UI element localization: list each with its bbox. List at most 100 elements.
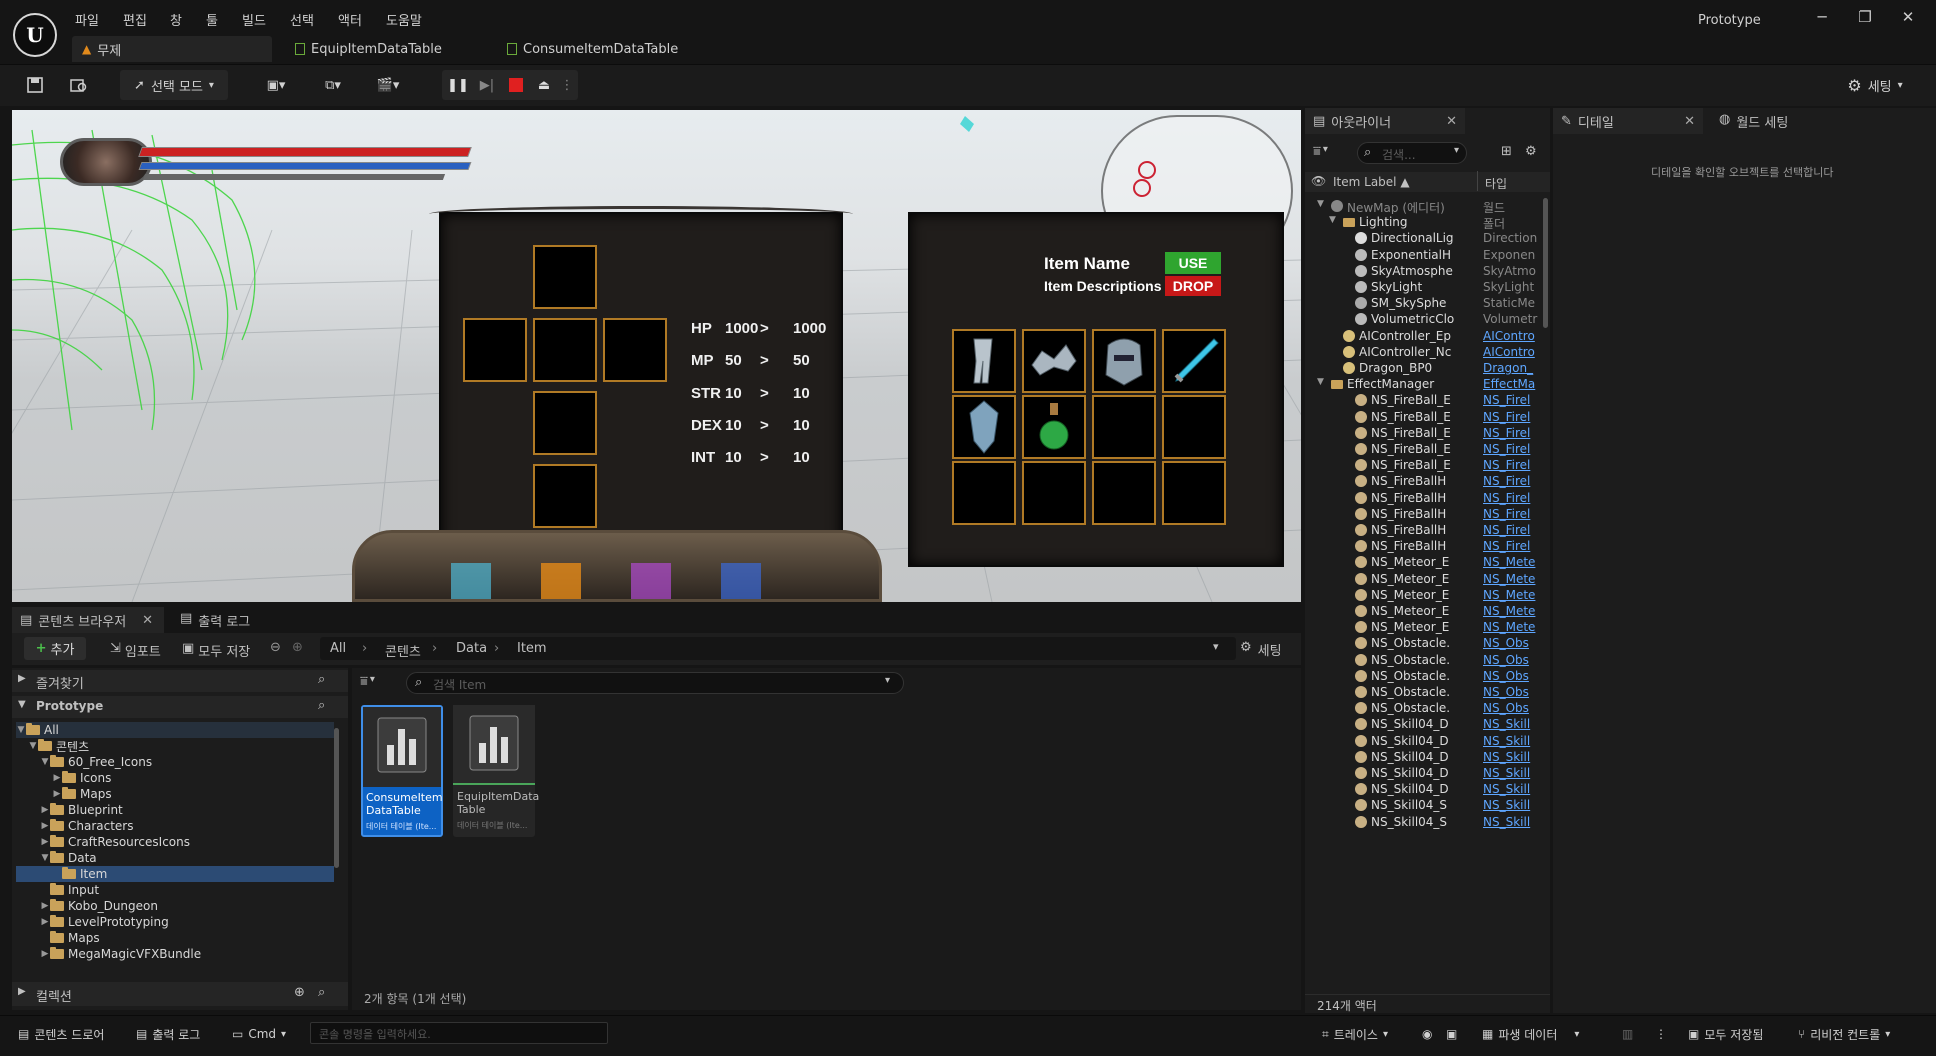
game-viewport[interactable]: HP 1000 >1000 MP 50 >50 STR 10 >10 DEX 10 >10 IN…: [12, 110, 1301, 602]
outliner-search-input[interactable]: ⌕ 검색... ▾: [1357, 142, 1467, 164]
outliner-row[interactable]: NS_Obstacle. NS_Obs: [1305, 635, 1550, 651]
outliner-row[interactable]: NS_FireBall_E NS_Firel: [1305, 441, 1550, 457]
tree-folder-item[interactable]: ▶ Kobo_Dungeon: [16, 898, 334, 914]
asset-tile-equipitemdatatable[interactable]: EquipItemData Table 데이터 테이블 (Ite...: [453, 705, 539, 837]
collections-header[interactable]: ▶ 컬렉션 ⊕ ⌕: [12, 982, 348, 1006]
outliner-row[interactable]: NS_Meteor_E NS_Mete: [1305, 587, 1550, 603]
column-item-label[interactable]: Item Label ▲: [1333, 175, 1410, 189]
outliner-row[interactable]: NS_FireBallH NS_Firel: [1305, 538, 1550, 554]
console-input[interactable]: 콘솔 명령을 입력하세요.: [310, 1022, 608, 1044]
chevron-right-icon[interactable]: ▶: [52, 789, 62, 799]
outliner-item-type[interactable]: NS_Obs: [1483, 701, 1543, 715]
outliner-item-type[interactable]: NS_Firel: [1483, 458, 1543, 472]
chevron-right-icon[interactable]: ▶: [40, 917, 50, 927]
outliner-row[interactable]: NS_FireBallH NS_Firel: [1305, 522, 1550, 538]
equip-slot-shield[interactable]: [603, 318, 667, 382]
add-folder-icon[interactable]: ⊞: [1501, 144, 1512, 159]
content-drawer-button[interactable]: ▤ 콘텐츠 드로어: [18, 1023, 104, 1045]
derived-data-dropdown[interactable]: ▦ 파생 데이터 ▾: [1482, 1023, 1579, 1045]
step-icon[interactable]: ▶|: [475, 70, 499, 100]
chevron-down-icon[interactable]: ▼: [1329, 215, 1336, 225]
breadcrumb-item[interactable]: All: [330, 641, 346, 656]
chevron-right-icon[interactable]: ▶: [40, 821, 50, 831]
tree-folder-item[interactable]: ▼ Data: [16, 850, 334, 866]
inventory-slot[interactable]: [1162, 461, 1226, 525]
trace-dropdown[interactable]: ⌗ 트레이스 ▾: [1322, 1023, 1388, 1045]
chevron-down-icon[interactable]: ▼: [40, 757, 50, 767]
menu-file[interactable]: 파일: [75, 10, 99, 29]
details-tab[interactable]: ✎ 디테일 ✕: [1553, 108, 1703, 134]
save-all-status-button[interactable]: ▣ 모두 저장됨: [1688, 1023, 1763, 1045]
outliner-row[interactable]: ▼ NewMap (에디터) 월드: [1305, 198, 1550, 214]
use-button[interactable]: USE: [1165, 252, 1221, 274]
outliner-row[interactable]: NS_FireBall_E NS_Firel: [1305, 457, 1550, 473]
outliner-item-type[interactable]: AIContro: [1483, 345, 1543, 359]
toolbar-settings-button[interactable]: ⚙ 세팅 ▾: [1840, 70, 1910, 100]
outliner-item-type[interactable]: NS_Obs: [1483, 653, 1543, 667]
chevron-right-icon[interactable]: ▶: [40, 949, 50, 959]
stop-icon[interactable]: [504, 70, 528, 100]
outliner-item-type[interactable]: NS_Skill: [1483, 798, 1543, 812]
outliner-row[interactable]: ▼ EffectManager EffectMa: [1305, 376, 1550, 392]
outliner-item-type[interactable]: Dragon_: [1483, 361, 1543, 375]
outliner-row[interactable]: NS_Obstacle. NS_Obs: [1305, 652, 1550, 668]
outliner-item-type[interactable]: NS_Mete: [1483, 588, 1543, 602]
visibility-icon[interactable]: 👁: [1311, 174, 1326, 188]
gear-icon[interactable]: ⚙: [1525, 144, 1537, 159]
outliner-item-type[interactable]: NS_Mete: [1483, 620, 1543, 634]
cinematics-icon[interactable]: 🎬▾: [368, 70, 408, 100]
output-log-button[interactable]: ▤ 출력 로그: [136, 1023, 200, 1045]
outliner-item-type[interactable]: NS_Skill: [1483, 782, 1543, 796]
eject-icon[interactable]: ⏏: [532, 70, 556, 100]
doc-tab-equip[interactable]: EquipItemDataTable: [295, 38, 442, 60]
menu-build[interactable]: 빌드: [242, 10, 266, 29]
equip-slot-legs[interactable]: [533, 391, 597, 455]
blueprint-icon[interactable]: ⧉▾: [313, 70, 353, 100]
tree-folder-item[interactable]: ▶ Blueprint: [16, 802, 334, 818]
inventory-slot[interactable]: [952, 461, 1016, 525]
chevron-right-icon[interactable]: ▶: [52, 773, 62, 783]
close-tab-icon[interactable]: ✕: [1684, 114, 1695, 129]
asset-tile-consumeitemdatatable[interactable]: ConsumeItem DataTable 데이터 테이블 (Ite...: [361, 705, 443, 837]
more-icon[interactable]: ⋮: [1655, 1023, 1667, 1045]
breadcrumb-item[interactable]: Data: [456, 641, 487, 656]
cmd-dropdown[interactable]: ▭ Cmd ▾: [232, 1023, 286, 1045]
outliner-row[interactable]: SkyLight SkyLight: [1305, 279, 1550, 295]
pause-icon[interactable]: ❚❚: [446, 70, 470, 100]
outliner-row[interactable]: NS_Skill04_D NS_Skill: [1305, 716, 1550, 732]
tree-folder-item[interactable]: Maps: [16, 930, 334, 946]
skill-slot-icon[interactable]: [451, 563, 491, 599]
outliner-item-type[interactable]: NS_Firel: [1483, 410, 1543, 424]
outliner-item-type[interactable]: NS_Skill: [1483, 815, 1543, 829]
outliner-row[interactable]: Dragon_BP0 Dragon_: [1305, 360, 1550, 376]
outliner-row[interactable]: ▼ Lighting 폴더: [1305, 214, 1550, 230]
skill-slot-icon[interactable]: [721, 563, 761, 599]
outliner-item-type[interactable]: NS_Obs: [1483, 685, 1543, 699]
tree-folder-item[interactable]: ▶ Maps: [16, 786, 334, 802]
inventory-slot[interactable]: [1162, 395, 1226, 459]
outliner-item-type[interactable]: NS_Mete: [1483, 572, 1543, 586]
outliner-item-type[interactable]: NS_Skill: [1483, 766, 1543, 780]
tree-folder-item[interactable]: ▼ 60_Free_Icons: [16, 754, 334, 770]
outliner-row[interactable]: NS_FireBall_E NS_Firel: [1305, 409, 1550, 425]
outliner-row[interactable]: AIController_Nc AIContro: [1305, 344, 1550, 360]
chevron-right-icon[interactable]: ▶: [40, 837, 50, 847]
outliner-row[interactable]: NS_FireBall_E NS_Firel: [1305, 425, 1550, 441]
outliner-row[interactable]: NS_FireBallH NS_Firel: [1305, 473, 1550, 489]
outliner-row[interactable]: NS_Skill04_D NS_Skill: [1305, 765, 1550, 781]
equip-slot-weapon[interactable]: [463, 318, 527, 382]
inventory-slot[interactable]: [1022, 461, 1086, 525]
tree-folder-item[interactable]: ▶ Characters: [16, 818, 334, 834]
tree-folder-item[interactable]: ▶ CraftResourcesIcons: [16, 834, 334, 850]
inventory-slot[interactable]: [1092, 461, 1156, 525]
skill-slot-icon[interactable]: [631, 563, 671, 599]
menu-tools[interactable]: 툴: [206, 10, 218, 29]
menu-window[interactable]: 창: [170, 10, 182, 29]
close-window-icon[interactable]: ✕: [1894, 8, 1922, 30]
minimize-icon[interactable]: ─: [1808, 8, 1836, 30]
outliner-row[interactable]: NS_FireBall_E NS_Firel: [1305, 392, 1550, 408]
inventory-slot[interactable]: [1092, 329, 1156, 393]
output-log-tab[interactable]: ▤ 출력 로그: [180, 611, 250, 630]
chevron-down-icon[interactable]: ▼: [1317, 377, 1324, 387]
add-button[interactable]: + 추가: [24, 637, 86, 660]
